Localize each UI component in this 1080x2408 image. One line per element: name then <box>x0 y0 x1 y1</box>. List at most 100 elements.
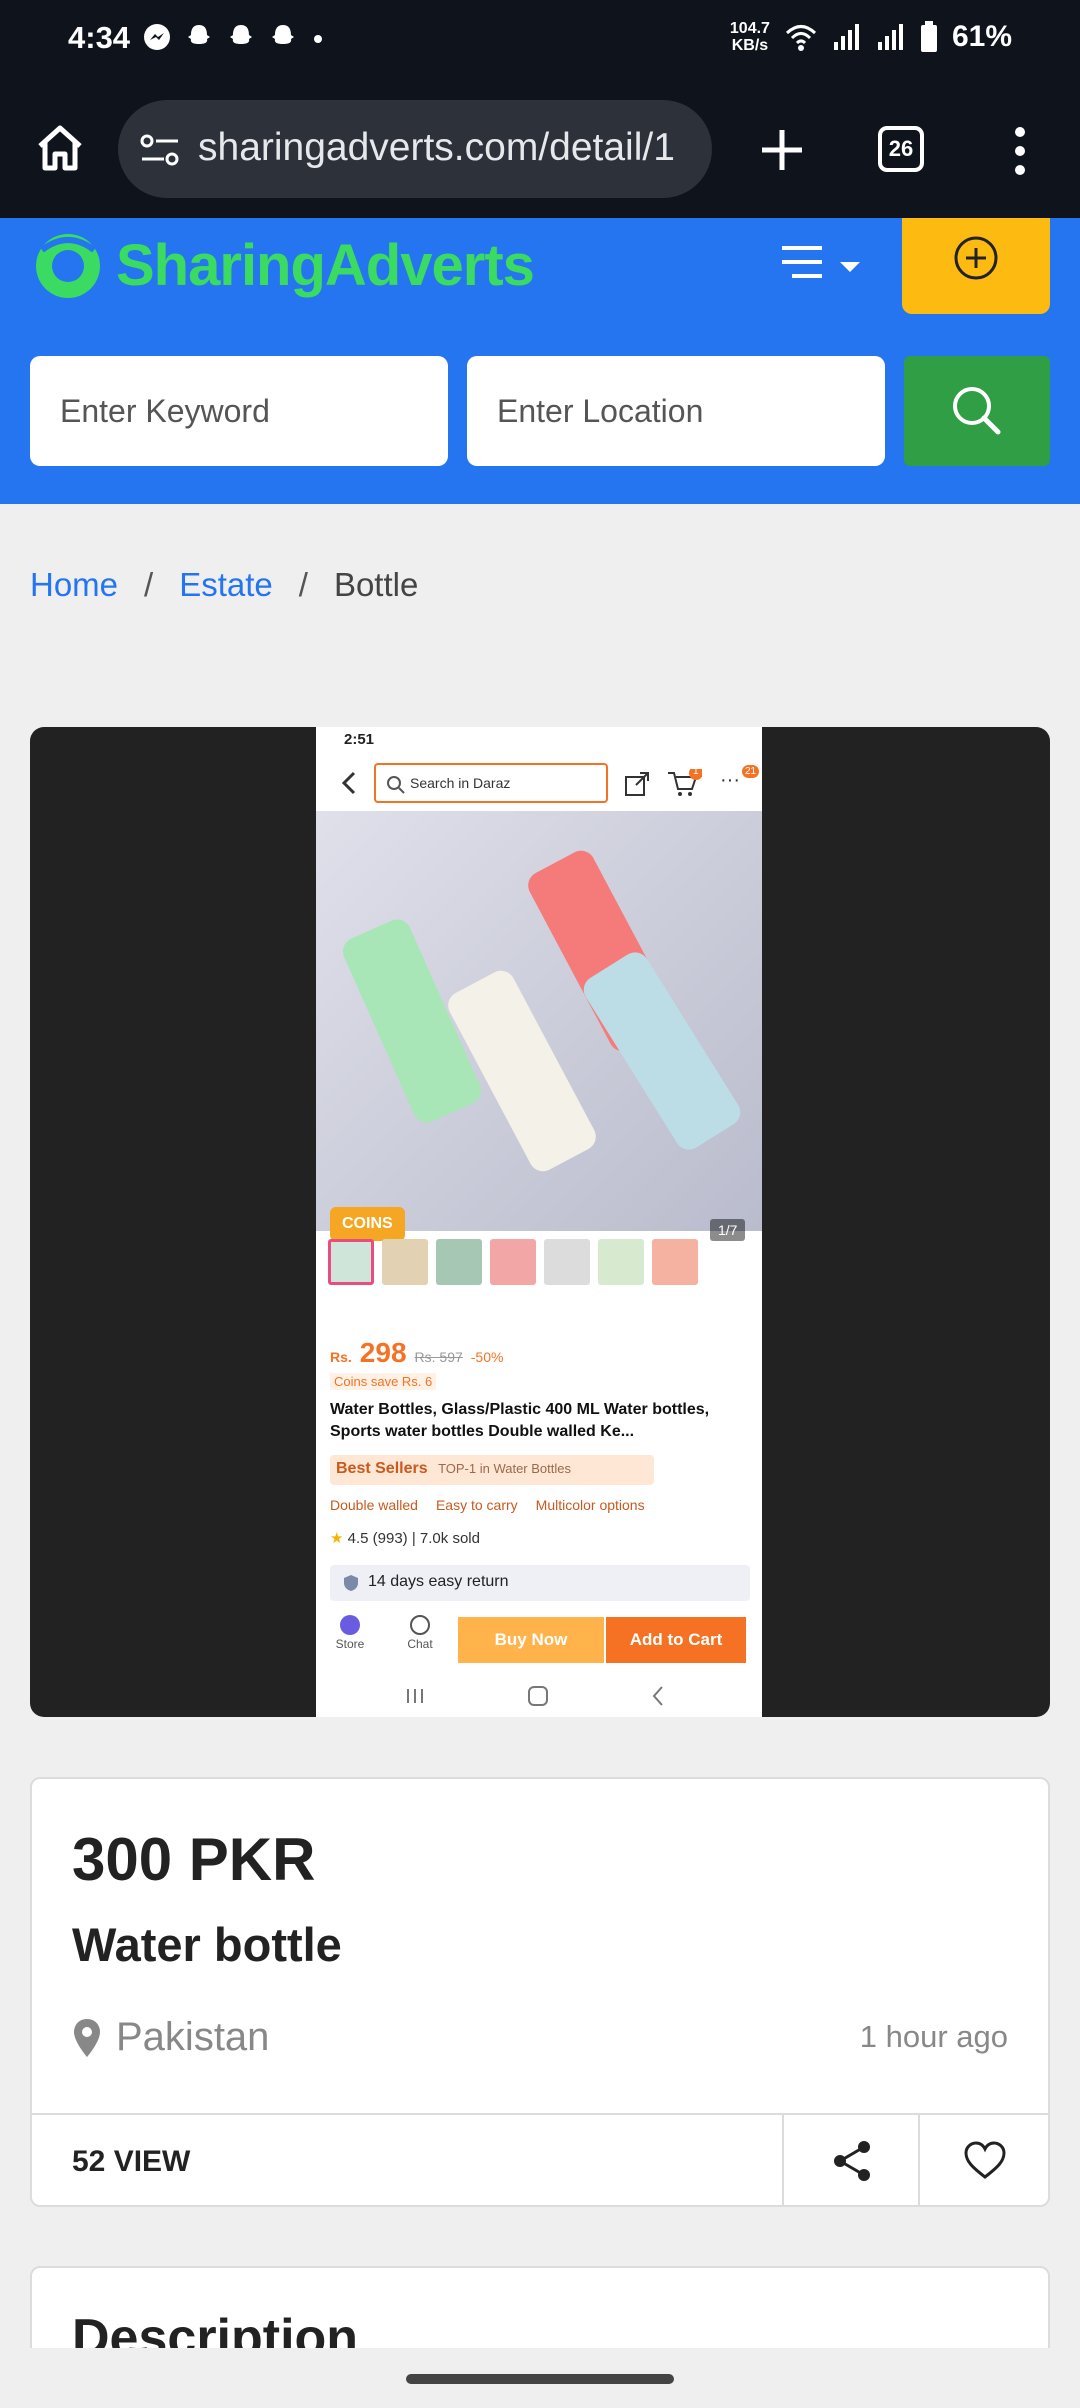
listing-image: 2:51 Search in Daraz 1 ··· 21 COINS 1/7 <box>316 727 762 1717</box>
network-speed: 104.7 KB/s <box>730 20 770 54</box>
sold-count: 7.0k sold <box>419 1530 480 1547</box>
thumbnail <box>436 1239 482 1285</box>
image-page-indicator: 1/7 <box>710 1219 746 1241</box>
url-bar[interactable]: sharingadverts.com/detail/1 <box>118 100 712 198</box>
site-settings-icon[interactable] <box>140 133 180 167</box>
more-dots-icon: ··· <box>720 769 740 791</box>
best-sellers-banner: Best Sellers TOP-1 in Water Bottles <box>330 1455 654 1485</box>
breadcrumb-separator: / <box>298 566 308 603</box>
rating-separator: | <box>411 1530 420 1547</box>
store-tab: Store <box>330 1615 370 1651</box>
more-notifications-dot-icon <box>314 35 322 43</box>
return-policy-row: 14 days easy return <box>330 1565 750 1601</box>
breadcrumb-current: Bottle <box>333 566 419 603</box>
chat-icon <box>410 1615 430 1635</box>
thumbnail <box>382 1239 428 1285</box>
listing-image-panel[interactable]: 2:51 Search in Daraz 1 ··· 21 COINS 1/7 <box>30 727 1050 1717</box>
listing-details-card: 300 PKR Water bottle Pakistan 1 hour ago… <box>30 1777 1050 2207</box>
battery-percent: 61% <box>951 20 1012 53</box>
best-sellers-label: Best Sellers <box>336 1460 428 1477</box>
thumbnail <box>328 1239 374 1285</box>
best-sellers-sub: TOP-1 in Water Bottles <box>438 1461 571 1476</box>
breadcrumb-home[interactable]: Home <box>30 566 118 604</box>
location-pin-icon <box>74 2018 100 2057</box>
image-search-box: Search in Daraz <box>374 763 608 803</box>
breadcrumb-category[interactable]: Estate <box>179 566 273 604</box>
coins-badge: COINS <box>330 1207 405 1241</box>
network-speed-value: 104.7 <box>729 20 770 37</box>
signal-icon <box>833 24 859 50</box>
site-header: SharingAdverts <box>0 218 1080 504</box>
view-count: 52 VIEW <box>72 2145 191 2178</box>
thumbnail <box>598 1239 644 1285</box>
image-search-text: Search in Daraz <box>410 775 511 791</box>
site-logo[interactable]: SharingAdverts <box>32 220 535 310</box>
image-price-currency: Rs. <box>330 1349 352 1365</box>
listing-price: 300 PKR <box>72 1826 316 1893</box>
status-bar: 4:34 104.7 KB/s 61% <box>0 0 1080 82</box>
more-menu-icon[interactable] <box>1000 122 1040 180</box>
return-text: 14 days easy return <box>368 1573 509 1590</box>
store-label: Store <box>335 1637 365 1651</box>
snapchat-icon <box>272 25 294 44</box>
image-action-bar: Store Chat Buy Now Add to Cart <box>316 1605 762 1665</box>
url-text[interactable]: sharingadverts.com/detail/1 <box>198 126 698 170</box>
share-icon <box>834 2141 870 2181</box>
buy-now-button: Buy Now <box>458 1617 604 1663</box>
tab-switcher-button[interactable]: 26 <box>878 126 924 172</box>
tag: Multicolor options <box>535 1497 645 1513</box>
wifi-icon <box>785 25 816 51</box>
share-button[interactable] <box>782 2115 918 2207</box>
status-time: 4:34 <box>68 20 131 55</box>
logo-text: SharingAdverts <box>116 232 535 298</box>
image-tags: Double walled Easy to carry Multicolor o… <box>330 1497 645 1513</box>
star-icon: ★ <box>330 1530 344 1547</box>
listing-title: Water bottle <box>72 1918 342 1971</box>
listing-actions: 52 VIEW <box>32 2113 1048 2207</box>
breadcrumb: Home / Estate / Bottle <box>30 566 418 604</box>
image-product-title: Water Bottles, Glass/Plastic 400 ML Wate… <box>330 1401 710 1440</box>
bottle-blue <box>578 947 746 1155</box>
location-input[interactable] <box>467 356 885 466</box>
gesture-bar <box>0 2348 1080 2408</box>
keyword-input[interactable] <box>30 356 448 466</box>
messenger-icon <box>144 24 170 50</box>
image-price-row: Rs. 298 Rs. 597 -50% <box>330 1337 503 1369</box>
product-photo <box>316 811 762 1231</box>
snapchat-icon <box>188 25 210 44</box>
image-old-price: Rs. 597 <box>414 1349 463 1365</box>
heart-icon <box>964 2141 1006 2179</box>
image-status-bar: 2:51 <box>316 727 762 755</box>
favorite-button[interactable] <box>918 2115 1048 2207</box>
network-speed-unit: KB/s <box>731 37 769 54</box>
tag: Double walled <box>330 1497 418 1513</box>
back-nav-icon <box>652 1686 663 1706</box>
home-nav-icon <box>528 1686 548 1706</box>
gesture-handle[interactable] <box>406 2374 674 2384</box>
image-status-time: 2:51 <box>344 731 375 748</box>
home-icon[interactable] <box>34 122 86 174</box>
image-app-bar: Search in Daraz 1 ··· 21 <box>316 755 762 811</box>
new-tab-icon[interactable] <box>752 120 812 180</box>
add-to-cart-button: Add to Cart <box>606 1617 746 1663</box>
rating-value: 4.5 (993) <box>347 1530 408 1547</box>
image-nav-bar <box>407 1686 663 1706</box>
posted-time: 1 hour ago <box>859 2019 1008 2054</box>
post-ad-button[interactable] <box>902 218 1050 314</box>
listing-location: Pakistan <box>72 2015 269 2060</box>
chat-label: Chat <box>407 1637 433 1651</box>
menu-toggle-icon[interactable] <box>780 240 866 290</box>
image-thumbnails <box>328 1239 698 1285</box>
breadcrumb-separator: / <box>144 566 154 603</box>
notification-icons <box>142 22 326 52</box>
image-price: 298 <box>359 1337 407 1368</box>
shield-icon <box>344 1575 358 1591</box>
search-icon <box>953 387 1001 435</box>
chat-tab: Chat <box>400 1615 440 1651</box>
back-arrow-icon <box>341 771 356 795</box>
browser-toolbar: sharingadverts.com/detail/1 26 <box>0 82 1080 218</box>
location-text: Pakistan <box>116 2015 270 2059</box>
search-button[interactable] <box>904 356 1050 466</box>
thumbnail <box>652 1239 698 1285</box>
battery-icon <box>920 21 937 52</box>
